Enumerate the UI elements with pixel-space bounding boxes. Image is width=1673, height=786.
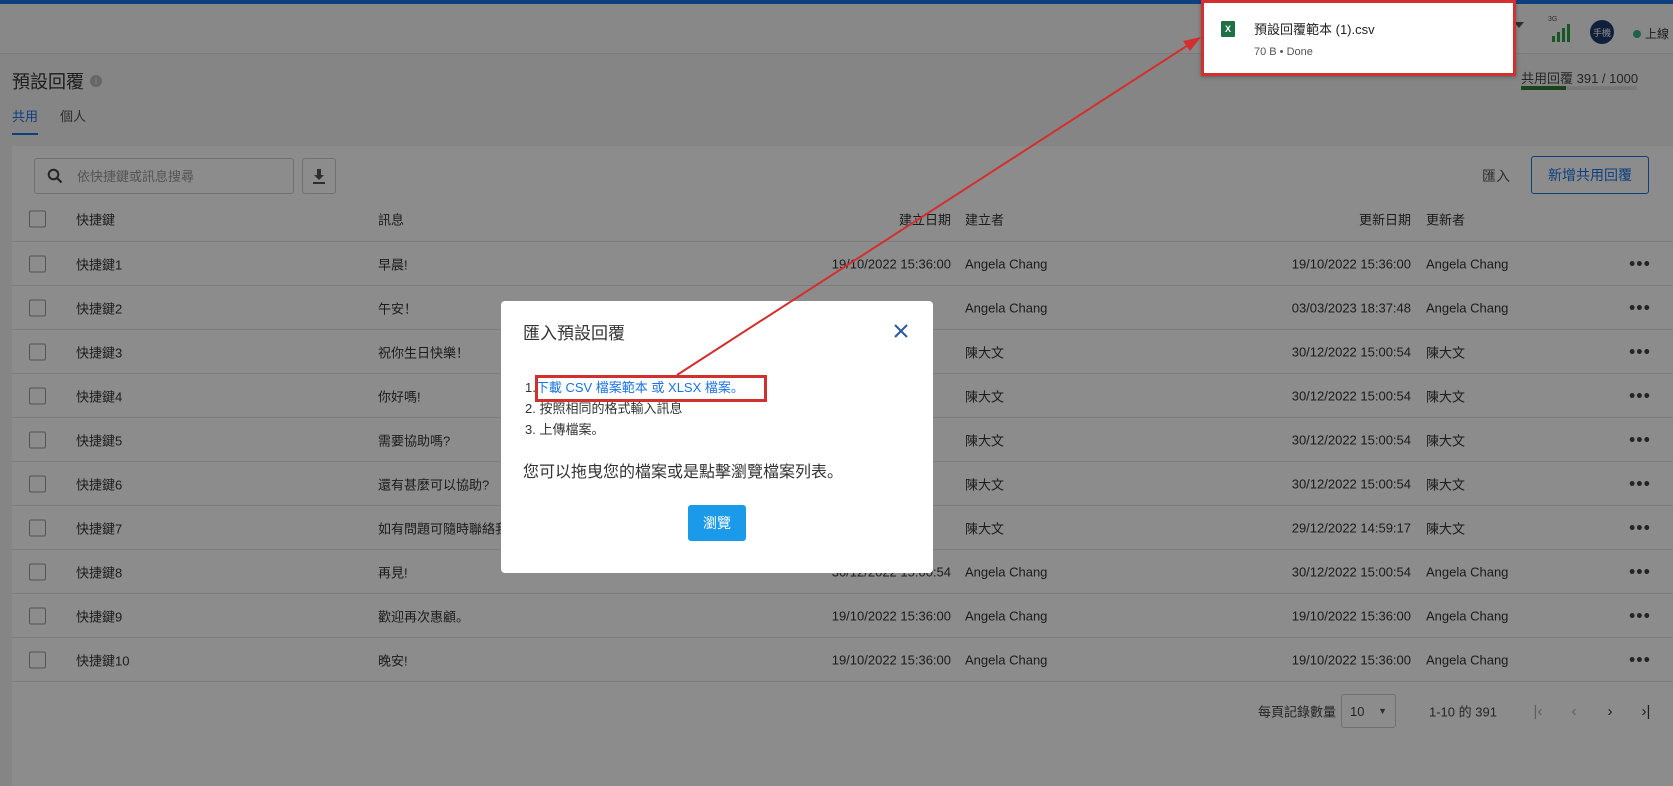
drag-drop-hint: 您可以拖曳您的檔案或是點擊瀏覽檔案列表。: [523, 464, 844, 481]
dialog-title: 匯入預設回覆: [523, 324, 625, 343]
download-filename[interactable]: 預設回覆範本 (1).csv: [1254, 19, 1375, 38]
close-icon[interactable]: [891, 321, 911, 341]
annotation-highlight-box: [535, 375, 767, 402]
download-popup[interactable]: X 預設回覆範本 (1).csv 70 B • Done: [1201, 0, 1516, 76]
import-dialog: 匯入預設回覆 1.下載 CSV 檔案範本 或 XLSX 檔案。 2. 按照相同的…: [501, 301, 933, 573]
excel-file-icon: X: [1221, 21, 1235, 37]
download-status: 70 B • Done: [1254, 46, 1313, 58]
step-3: 3. 上傳檔案。: [525, 422, 605, 437]
browse-button[interactable]: 瀏覽: [688, 505, 746, 541]
